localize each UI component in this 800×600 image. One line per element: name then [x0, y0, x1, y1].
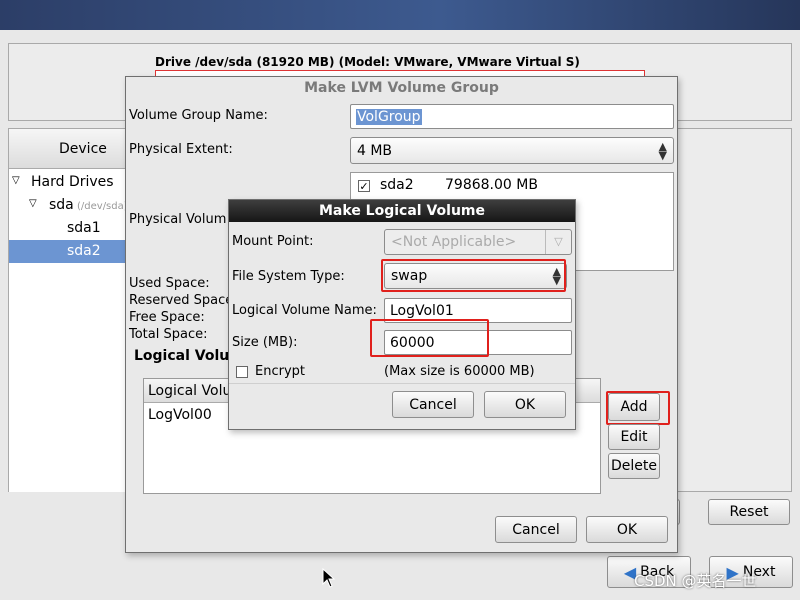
tree-item-sda2: sda2: [67, 243, 101, 259]
encrypt-label: Encrypt: [255, 364, 305, 379]
tree-item-sda[interactable]: sda: [49, 197, 74, 213]
pe-value: 4 MB: [357, 142, 393, 159]
pv-sda2-size: 79868.00 MB: [445, 177, 538, 193]
vg-name-label: Volume Group Name:: [129, 108, 268, 123]
pv-sda2-checkbox[interactable]: ✓: [358, 180, 370, 192]
lv-list-item[interactable]: LogVol00: [148, 407, 212, 423]
lvm-dialog-title: Make LVM Volume Group: [304, 80, 499, 96]
vg-name-value: VolGroup: [356, 108, 422, 125]
add-highlight-box: [606, 391, 670, 425]
tree-item-sda-path: (/dev/sda): [77, 201, 128, 212]
lv-name-label: Logical Volume Name:: [232, 303, 377, 318]
expand-hard-drives-icon[interactable]: ▽: [12, 175, 20, 186]
mount-point-label: Mount Point:: [232, 234, 314, 249]
mount-point-select[interactable]: <Not Applicable> ▽: [384, 229, 572, 255]
fs-type-highlight-box: [381, 259, 566, 292]
lvm-cancel-button[interactable]: Cancel: [495, 516, 577, 543]
lv-column-label: Logical Volu: [148, 383, 232, 399]
installer-banner: [0, 0, 800, 30]
mount-point-value: <Not Applicable>: [391, 234, 517, 250]
reset-button[interactable]: Reset: [708, 499, 790, 525]
lv-cancel-button[interactable]: Cancel: [392, 391, 474, 418]
fs-type-label: File System Type:: [232, 269, 345, 284]
pe-select[interactable]: 4 MB ▲ ▼: [350, 137, 674, 164]
logical-volume-dialog: Make Logical Volume Mount Point: <Not Ap…: [228, 199, 576, 430]
lv-ok-button[interactable]: OK: [484, 391, 566, 418]
lvm-ok-button[interactable]: OK: [586, 516, 668, 543]
lv-delete-button[interactable]: Delete: [608, 453, 660, 479]
vg-name-input[interactable]: VolGroup: [350, 104, 674, 129]
pv-label: Physical Volum: [129, 212, 227, 227]
lv-dialog-divider: [229, 383, 575, 384]
reserved-space-label: Reserved Space: [129, 293, 234, 308]
size-highlight-box: [370, 319, 489, 357]
tree-item-sda1[interactable]: sda1: [67, 220, 101, 236]
expand-sda-icon[interactable]: ▽: [29, 198, 37, 209]
tree-item-hard-drives[interactable]: Hard Drives: [31, 174, 114, 190]
mount-dropdown-icon: ▽: [545, 230, 571, 254]
max-size-label: (Max size is 60000 MB): [384, 364, 535, 379]
pe-select-arrows-icon: ▲ ▼: [658, 140, 667, 162]
pe-label: Physical Extent:: [129, 142, 233, 157]
lv-dialog-title: Make Logical Volume: [229, 200, 575, 222]
free-space-label: Free Space:: [129, 310, 205, 325]
mouse-cursor-icon: [322, 567, 336, 592]
total-space-label: Total Space:: [129, 327, 208, 342]
lv-section-title: Logical Volu: [134, 348, 230, 364]
drive-info-label: Drive /dev/sda (81920 MB) (Model: VMware…: [155, 55, 580, 69]
lv-edit-button[interactable]: Edit: [608, 424, 660, 450]
encrypt-checkbox[interactable]: [236, 366, 248, 378]
size-label: Size (MB):: [232, 335, 298, 350]
pv-sda2-name: sda2: [380, 177, 414, 193]
device-header-label: Device: [59, 141, 107, 157]
watermark: CSDN @英名一世: [634, 572, 757, 590]
used-space-label: Used Space:: [129, 276, 210, 291]
lv-name-value: LogVol01: [390, 302, 454, 319]
